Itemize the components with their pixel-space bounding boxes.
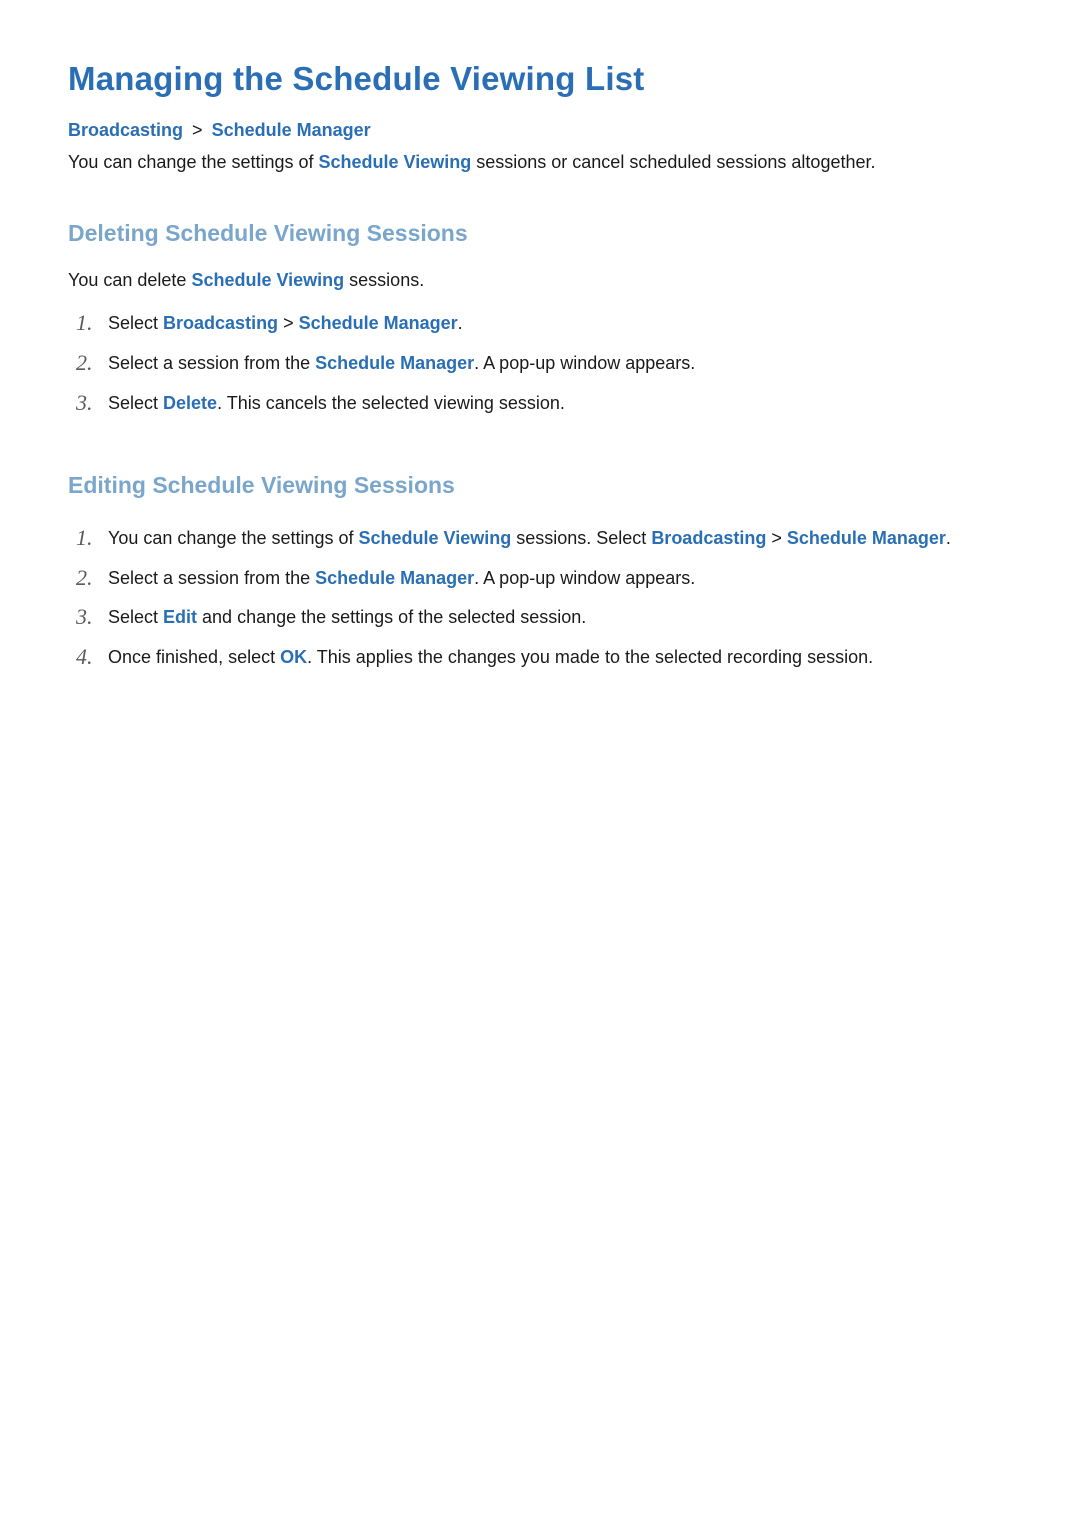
text: Select [108,607,163,627]
section1-steps: Select Broadcasting > Schedule Manager. … [68,304,1012,424]
breadcrumb-part-broadcasting: Broadcasting [68,120,183,140]
text: You can change the settings of [108,528,359,548]
text: Select [108,313,163,333]
text: . A pop-up window appears. [474,353,695,373]
text: and change the settings of the selected … [197,607,586,627]
text: sessions. Select [511,528,651,548]
text: sessions. [344,270,424,290]
list-item: Select Edit and change the settings of t… [68,598,1012,638]
highlight: Delete [163,393,217,413]
section2-steps: You can change the settings of Schedule … [68,519,1012,679]
highlight: OK [280,647,307,667]
highlight: Schedule Manager [299,313,458,333]
highlight: Schedule Manager [787,528,946,548]
highlight: Broadcasting [163,313,278,333]
text: Select a session from the [108,353,315,373]
highlight: Schedule Manager [315,353,474,373]
text: > [766,528,787,548]
text: Select a session from the [108,568,315,588]
page: Managing the Schedule Viewing List Broad… [0,0,1080,1527]
list-item: Once finished, select OK. This applies t… [68,638,1012,678]
highlight: Schedule Manager [315,568,474,588]
text: You can delete [68,270,191,290]
list-item: Select Delete. This cancels the selected… [68,384,1012,424]
text: . [458,313,463,333]
text: Select [108,393,163,413]
text: . A pop-up window appears. [474,568,695,588]
text: > [278,313,299,333]
intro-text: sessions or cancel scheduled sessions al… [471,152,875,172]
highlight: Schedule Viewing [359,528,512,548]
page-title: Managing the Schedule Viewing List [68,60,1012,98]
intro-text: You can change the settings of [68,152,319,172]
breadcrumb: Broadcasting > Schedule Manager [68,120,1012,141]
subheading-deleting: Deleting Schedule Viewing Sessions [68,220,1012,247]
breadcrumb-separator: > [188,120,207,140]
list-item: Select Broadcasting > Schedule Manager. [68,304,1012,344]
list-item: Select a session from the Schedule Manag… [68,559,1012,599]
subheading-editing: Editing Schedule Viewing Sessions [68,472,1012,499]
intro-paragraph: You can change the settings of Schedule … [68,149,1012,176]
text: . [946,528,951,548]
highlight: Schedule Viewing [191,270,344,290]
intro-highlight: Schedule Viewing [319,152,472,172]
section1-intro: You can delete Schedule Viewing sessions… [68,267,1012,294]
list-item: You can change the settings of Schedule … [68,519,1012,559]
highlight: Broadcasting [651,528,766,548]
text: . This cancels the selected viewing sess… [217,393,565,413]
breadcrumb-part-schedule-manager: Schedule Manager [212,120,371,140]
list-item: Select a session from the Schedule Manag… [68,344,1012,384]
text: Once finished, select [108,647,280,667]
highlight: Edit [163,607,197,627]
text: . This applies the changes you made to t… [307,647,873,667]
